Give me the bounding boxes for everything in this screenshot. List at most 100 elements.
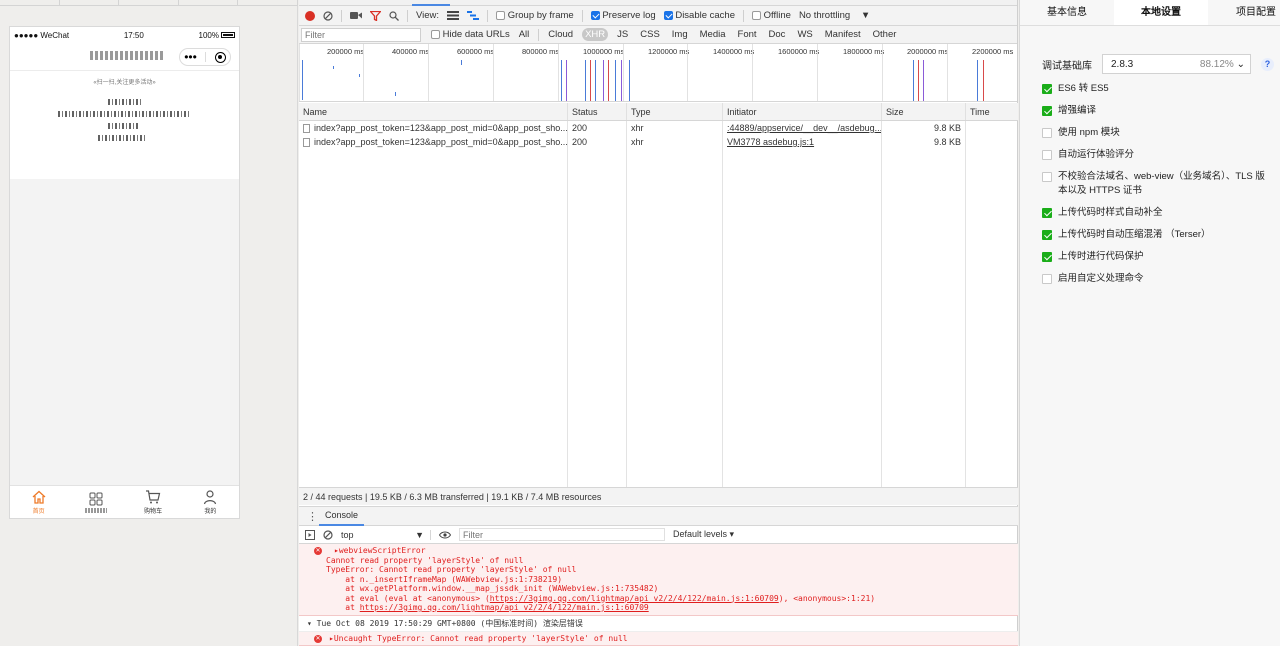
source-link[interactable]: https://3gimg.qq.com/lightmap/api_v2/2/4… — [360, 603, 649, 612]
stack-frame: at https://3gimg.qq.com/lightmap/api_v2/… — [315, 603, 1018, 613]
option-checkbox[interactable] — [1042, 84, 1052, 94]
filter-icon[interactable] — [370, 10, 381, 21]
tab-local-settings[interactable]: 本地设置 — [1114, 0, 1208, 25]
error-title[interactable]: ▸Uncaught TypeError: Cannot read propert… — [315, 634, 1018, 644]
option-custom-commands[interactable]: 启用自定义处理命令 — [1042, 272, 1272, 294]
large-rows-icon[interactable] — [447, 11, 460, 20]
option-checkbox[interactable] — [1042, 230, 1052, 240]
option-use-npm[interactable]: 使用 npm 模块 — [1042, 126, 1272, 148]
option-checkbox[interactable] — [1042, 106, 1052, 116]
type-filter-js[interactable]: JS — [614, 28, 631, 41]
preserve-log-toggle[interactable]: Preserve log — [590, 10, 656, 21]
offline-toggle[interactable]: Offline — [752, 10, 791, 21]
table-row[interactable]: index?app_post_token=123&app_post_mid=0&… — [299, 121, 1018, 135]
console-group-header[interactable]: ▾ Tue Oct 08 2019 17:50:29 GMT+0800 (中国标… — [299, 616, 1018, 632]
throttling-select[interactable]: No throttling ▼ — [799, 10, 870, 21]
disable-cache-toggle[interactable]: Disable cache — [663, 10, 735, 21]
network-filter-input[interactable] — [301, 27, 421, 42]
type-filter-xhr[interactable]: XHR — [582, 28, 609, 41]
initiator-link[interactable]: :44889/appservice/__dev__/asdebug... — [727, 123, 881, 133]
capsule-menu[interactable]: ••• — [179, 48, 231, 66]
toolbar-separator — [487, 9, 489, 22]
console-filter-input[interactable] — [459, 528, 665, 541]
type-filter-other[interactable]: Other — [870, 28, 900, 41]
type-filter-font[interactable]: Font — [735, 28, 760, 41]
tab-profile[interactable]: 我的 — [182, 486, 239, 518]
waterfall-icon[interactable] — [467, 11, 480, 20]
tab-home[interactable]: 首页 — [10, 486, 67, 518]
offline-checkbox[interactable] — [752, 10, 761, 20]
search-icon[interactable] — [389, 10, 399, 21]
type-filter-ws[interactable]: WS — [794, 28, 815, 41]
option-skip-domain-check[interactable]: 不校验合法域名、web-view（业务域名）、TLS 版本以及 HTTPS 证书 — [1042, 170, 1272, 206]
tab-basic-info[interactable]: 基本信息 — [1020, 0, 1114, 25]
activity-card[interactable]: «扫一扫,关注更多活动» — [10, 71, 239, 179]
option-checkbox[interactable] — [1042, 252, 1052, 262]
option-code-protect[interactable]: 上传时进行代码保护 — [1042, 250, 1272, 272]
error-title[interactable]: ▸webviewScriptError — [315, 546, 1018, 556]
hide-data-urls-checkbox[interactable] — [431, 29, 440, 39]
option-es6-to-es5[interactable]: ES6 转 ES5 — [1042, 82, 1272, 104]
details-panel: 基本信息 本地设置 项目配置 调试基础库 2.8.3 88.12% ⌄ ? ES… — [1019, 0, 1280, 646]
preserve-log-checkbox[interactable] — [590, 10, 600, 20]
tab-project-config[interactable]: 项目配置 — [1208, 0, 1280, 25]
option-checkbox[interactable] — [1042, 208, 1052, 218]
help-icon[interactable]: ? — [1261, 57, 1274, 71]
context-selector[interactable]: top ▼ — [341, 529, 431, 540]
phone-screen[interactable]: ●●●●● WeChat 17:50 100% ••• «扫一扫,关注更多活动» — [9, 26, 240, 519]
hide-data-urls-toggle[interactable]: Hide data URLs — [431, 29, 510, 40]
initiator-link[interactable]: VM3778 asdebug.js:1 — [727, 137, 814, 147]
base-library-select[interactable]: 2.8.3 88.12% ⌄ — [1102, 54, 1251, 74]
option-style-autoprefix[interactable]: 上传代码时样式自动补全 — [1042, 206, 1272, 228]
close-target-icon[interactable] — [214, 51, 226, 63]
network-overview-timeline[interactable]: 200000 ms 400000 ms 600000 ms 800000 ms … — [299, 44, 1017, 102]
group-by-frame-toggle[interactable]: Group by frame — [496, 10, 574, 21]
timeline-tick-label: 2000000 ms — [907, 47, 949, 56]
request-name-cell[interactable]: index?app_post_token=123&app_post_mid=0&… — [299, 121, 568, 135]
type-filter-cloud[interactable]: Cloud — [545, 28, 576, 41]
option-checkbox[interactable] — [1042, 150, 1052, 160]
type-filter-css[interactable]: CSS — [637, 28, 663, 41]
user-icon — [204, 490, 217, 505]
column-name[interactable]: Name — [299, 103, 568, 120]
option-checkbox[interactable] — [1042, 172, 1052, 182]
type-filter-img[interactable]: Img — [669, 28, 691, 41]
drawer-menu-icon[interactable]: ⋮ — [307, 510, 318, 523]
sidebar-toggle-icon[interactable] — [305, 529, 315, 540]
view-label: View: — [416, 10, 440, 21]
column-type[interactable]: Type — [627, 103, 723, 120]
type-filter-media[interactable]: Media — [697, 28, 729, 41]
table-row[interactable]: index?app_post_token=123&app_post_mid=0&… — [299, 135, 1018, 149]
request-name-cell[interactable]: index?app_post_token=123&app_post_mid=0&… — [299, 135, 568, 149]
type-filter-manifest[interactable]: Manifest — [822, 28, 864, 41]
type-filter-doc[interactable]: Doc — [766, 28, 789, 41]
details-tabs: 基本信息 本地设置 项目配置 — [1020, 0, 1280, 26]
video-camera-icon[interactable] — [350, 11, 362, 20]
log-levels-select[interactable]: Default levels ▾ — [673, 529, 734, 540]
group-by-frame-checkbox[interactable] — [496, 10, 506, 20]
tab-console[interactable]: Console — [319, 506, 365, 526]
column-initiator[interactable]: Initiator — [723, 103, 882, 120]
column-status[interactable]: Status — [568, 103, 627, 120]
more-icon[interactable]: ••• — [184, 50, 197, 64]
tab-cart[interactable]: 购物车 — [125, 486, 182, 518]
console-error-message[interactable]: ✕ ▸webviewScriptError Cannot read proper… — [299, 544, 1018, 616]
record-icon[interactable] — [305, 10, 315, 21]
tab-category[interactable] — [67, 486, 124, 518]
eye-icon[interactable] — [439, 531, 451, 539]
disable-cache-checkbox[interactable] — [663, 10, 673, 20]
column-time[interactable]: Time — [966, 103, 1018, 120]
console-error-message[interactable]: ✕ ▸Uncaught TypeError: Cannot read prope… — [299, 631, 1018, 646]
option-enhanced-compile[interactable]: 增强编译 — [1042, 104, 1272, 126]
timeline-activity-mark — [983, 60, 984, 101]
source-link[interactable]: https://3gimg.qq.com/lightmap/api_v2/2/4… — [490, 594, 779, 603]
option-checkbox[interactable] — [1042, 128, 1052, 138]
clear-icon[interactable] — [323, 10, 333, 21]
option-checkbox[interactable] — [1042, 274, 1052, 284]
column-size[interactable]: Size — [882, 103, 966, 120]
option-auto-audit[interactable]: 自动运行体验评分 — [1042, 148, 1272, 170]
network-toolbar: View: Group by frame Preserve log Disabl… — [299, 6, 1017, 26]
clear-console-icon[interactable] — [323, 529, 333, 540]
type-filter-all[interactable]: All — [516, 28, 533, 41]
option-minify-terser[interactable]: 上传代码时自动压缩混淆 （Terser） — [1042, 228, 1272, 250]
